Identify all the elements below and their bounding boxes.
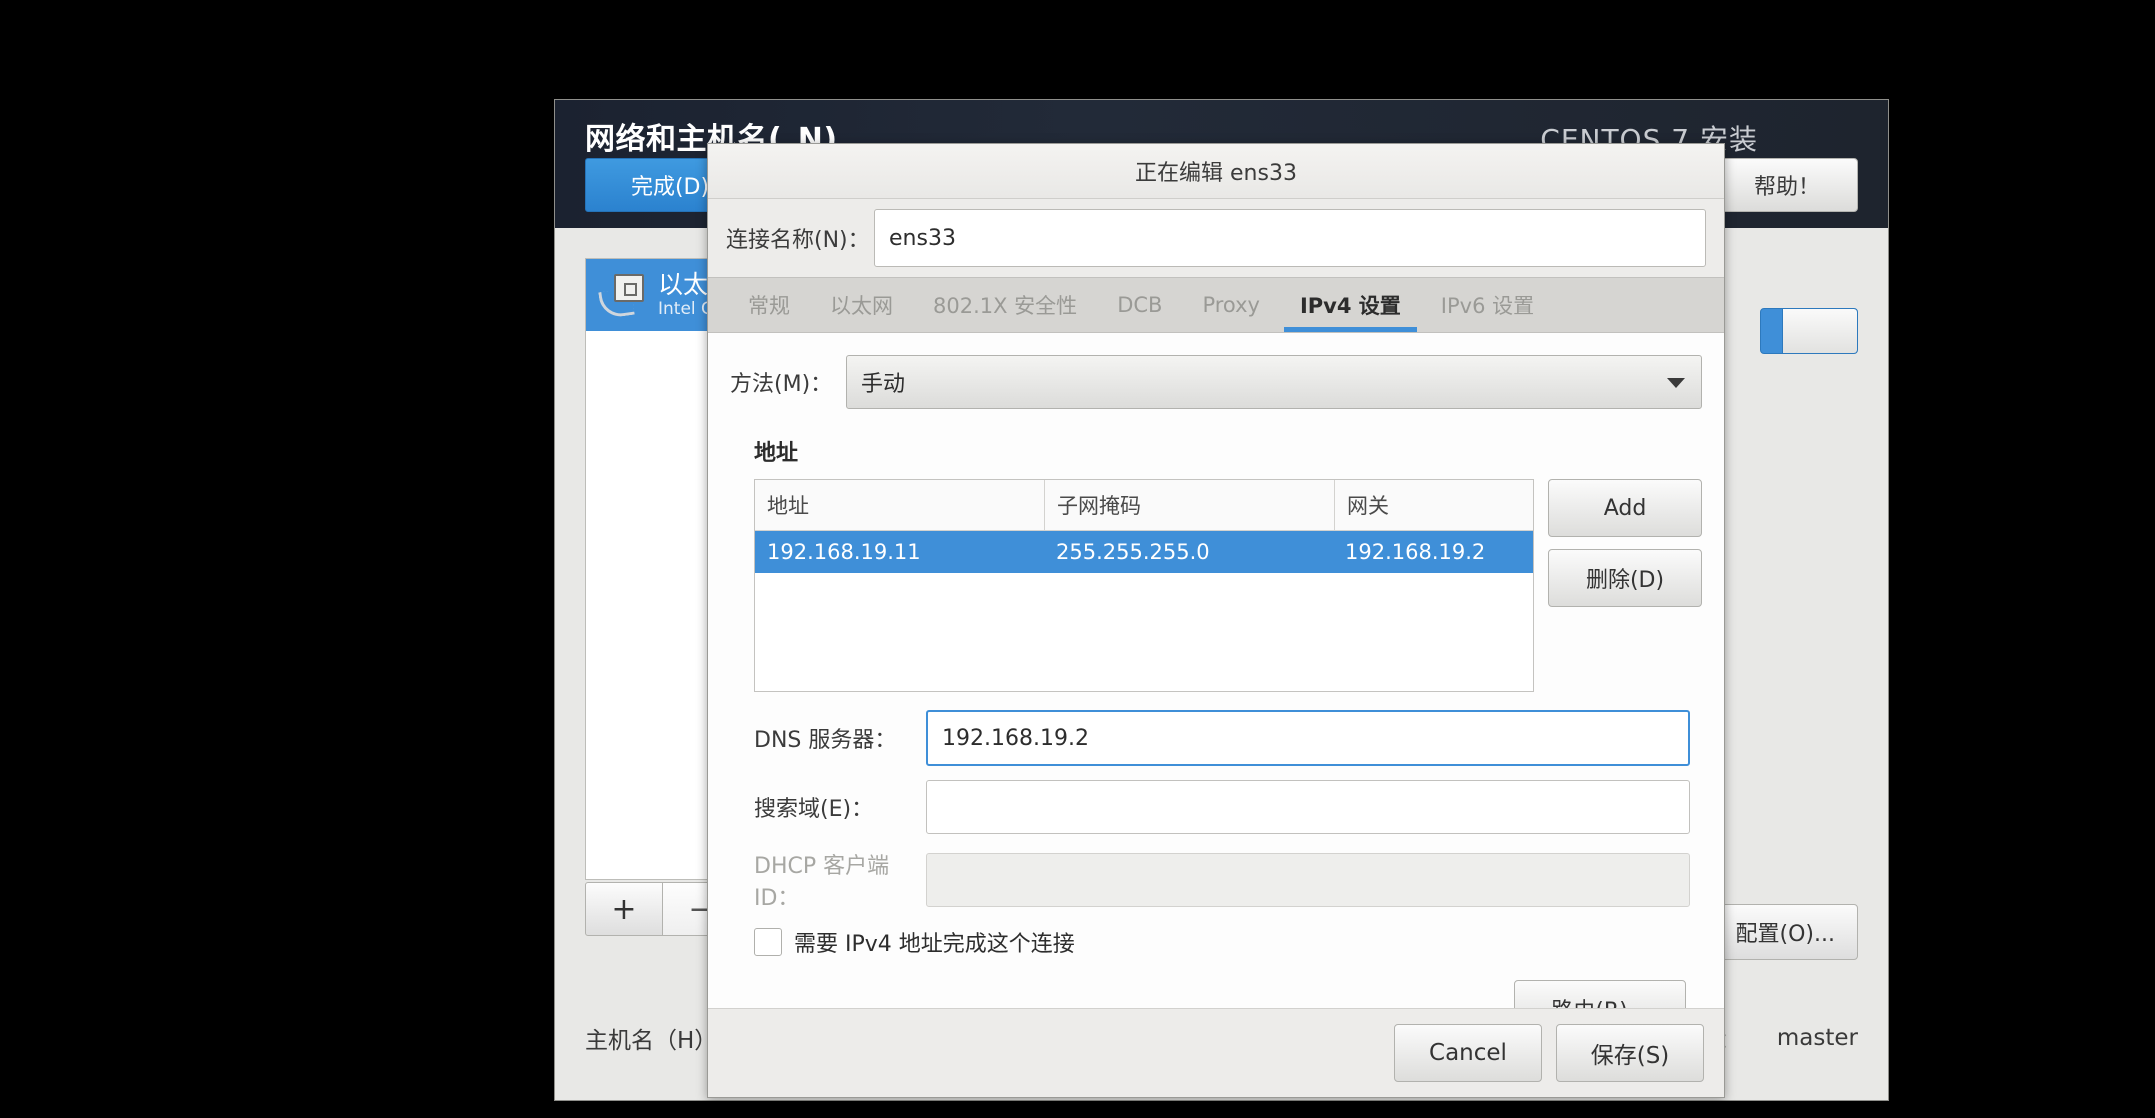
dhcp-client-id-row: DHCP 客户端 ID： (754, 848, 1702, 912)
method-select[interactable]: 手动 (846, 355, 1702, 409)
dialog-titlebar: 正在编辑 ens33 (708, 144, 1724, 199)
cell-netmask: 255.255.255.0 (1056, 540, 1210, 564)
routes-row: 路由(R)... (730, 980, 1702, 1008)
connection-name-input[interactable]: ens33 (874, 209, 1706, 267)
hostname-label: 主机名（H） (585, 1028, 718, 1054)
table-empty-area (755, 573, 1533, 691)
require-ipv4-row[interactable]: 需要 IPv4 地址完成这个连接 (754, 926, 1702, 958)
table-header-row: 地址 子网掩码 网关 (755, 480, 1533, 531)
tab-ethernet[interactable]: 以太网 (810, 278, 913, 332)
tab-8021x-security[interactable]: 802.1X 安全性 (913, 278, 1097, 332)
add-device-button[interactable]: + (585, 882, 663, 936)
search-domain-row: 搜索域(E)： (754, 780, 1702, 834)
dialog-footer: Cancel 保存(S) (708, 1008, 1724, 1097)
ipv4-settings-panel: 方法(M)： 手动 地址 地址 子网掩码 网关 192.168.19.11 25… (708, 333, 1724, 1008)
cancel-button[interactable]: Cancel (1394, 1024, 1542, 1082)
method-label: 方法(M)： (730, 372, 833, 397)
addresses-buttons: Add 删除(D) (1548, 479, 1702, 619)
help-button[interactable]: 帮助！ (1716, 158, 1858, 212)
dialog-tabbar: 常规 以太网 802.1X 安全性 DCB Proxy IPv4 设置 IPv6… (708, 277, 1724, 333)
require-ipv4-checkbox[interactable] (754, 928, 782, 956)
dhcp-client-id-input (926, 853, 1690, 907)
chevron-down-icon (1667, 378, 1685, 388)
search-domain-label: 搜索域(E)： (754, 797, 874, 822)
ethernet-icon (598, 272, 646, 320)
require-ipv4-label: 需要 IPv4 地址完成这个连接 (794, 932, 1075, 957)
device-enable-toggle[interactable] (1760, 308, 1858, 354)
dns-row: DNS 服务器： 192.168.19.2 (754, 710, 1702, 766)
search-domain-input[interactable] (926, 780, 1690, 834)
addresses-block: 地址 子网掩码 网关 192.168.19.11 255.255.255.0 1… (754, 479, 1702, 692)
method-row: 方法(M)： 手动 (730, 355, 1702, 409)
dialog-title: 正在编辑 ens33 (1135, 161, 1297, 186)
configure-button[interactable]: 配置(O)... (1712, 904, 1858, 960)
column-header-netmask: 子网掩码 (1045, 480, 1335, 530)
cell-gateway: 192.168.19.2 (1345, 540, 1486, 564)
addresses-table[interactable]: 地址 子网掩码 网关 192.168.19.11 255.255.255.0 1… (754, 479, 1534, 692)
screen: 网络和主机名(_N) CENTOS 7 安装 完成(D) 帮助！ 以太网 Int… (0, 0, 2155, 1118)
tab-ipv4-settings[interactable]: IPv4 设置 (1280, 278, 1421, 332)
dns-input[interactable]: 192.168.19.2 (926, 710, 1690, 766)
column-header-address: 地址 (755, 480, 1045, 530)
column-header-gateway: 网关 (1347, 494, 1389, 518)
tab-general[interactable]: 常规 (728, 278, 810, 332)
routes-button[interactable]: 路由(R)... (1514, 980, 1686, 1008)
tab-ipv6-settings[interactable]: IPv6 设置 (1421, 278, 1554, 332)
table-row[interactable]: 192.168.19.11 255.255.255.0 192.168.19.2 (755, 531, 1533, 573)
addresses-section-title: 地址 (754, 441, 799, 466)
connection-name-row: 连接名称(N)： ens33 (708, 199, 1724, 277)
dhcp-client-id-label: DHCP 客户端 ID： (754, 854, 890, 911)
edit-connection-dialog: 正在编辑 ens33 连接名称(N)： ens33 常规 以太网 802.1X … (707, 143, 1725, 1098)
dns-label: DNS 服务器： (754, 728, 897, 753)
connection-name-label: 连接名称(N)： (726, 228, 870, 253)
delete-address-button[interactable]: 删除(D) (1548, 549, 1702, 607)
method-selected-value: 手动 (861, 372, 906, 397)
tab-proxy[interactable]: Proxy (1182, 278, 1280, 332)
add-address-button[interactable]: Add (1548, 479, 1702, 537)
tab-dcb[interactable]: DCB (1097, 278, 1182, 332)
cell-address: 192.168.19.11 (767, 540, 921, 564)
current-hostname: master (1776, 1025, 1858, 1051)
save-button[interactable]: 保存(S) (1556, 1024, 1704, 1082)
